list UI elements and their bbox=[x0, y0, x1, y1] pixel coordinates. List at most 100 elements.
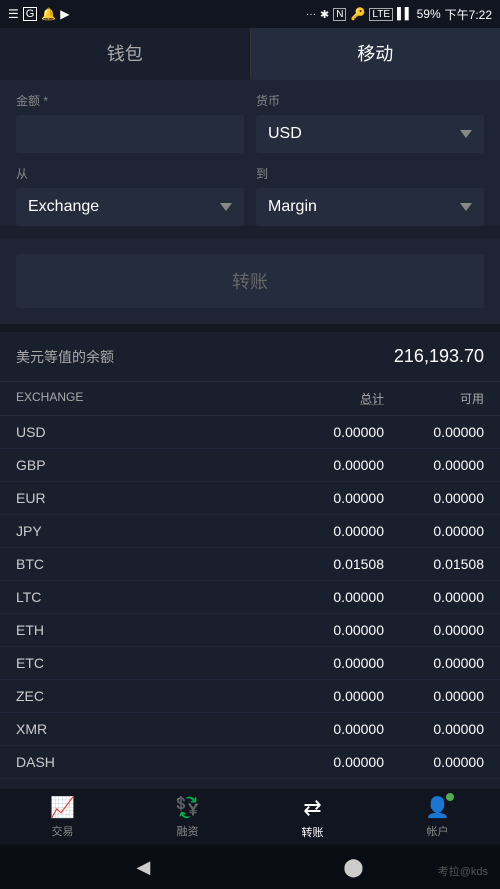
balance-value: 216,193.70 bbox=[394, 346, 484, 367]
nfc-icon: N bbox=[333, 8, 346, 21]
row-currency-8: ZEC bbox=[16, 688, 264, 704]
tab-move[interactable]: 移动 bbox=[251, 28, 500, 80]
currency-arrow-icon bbox=[460, 130, 472, 138]
balance-label: 美元等值的余额 bbox=[16, 347, 114, 367]
online-dot bbox=[446, 793, 454, 801]
to-arrow-icon bbox=[460, 203, 472, 211]
top-tabs: 钱包 移动 bbox=[0, 28, 500, 80]
transfer-button[interactable]: 转账 bbox=[16, 254, 484, 308]
row-available-5: 0.00000 bbox=[384, 589, 484, 605]
row-currency-2: EUR bbox=[16, 490, 264, 506]
to-select[interactable]: Margin bbox=[256, 188, 484, 226]
row-total-10: 0.00000 bbox=[264, 754, 384, 770]
table-header: EXCHANGE 总计 可用 bbox=[0, 382, 500, 416]
amount-input[interactable] bbox=[16, 115, 244, 153]
play-icon: ▶ bbox=[60, 7, 69, 21]
nav-transfer[interactable]: ⇄ 转账 bbox=[250, 795, 375, 840]
from-select[interactable]: Exchange bbox=[16, 188, 244, 226]
status-left-icons: ☰ G 🔔 ▶ bbox=[8, 7, 70, 21]
row-available-7: 0.00000 bbox=[384, 655, 484, 671]
from-value: Exchange bbox=[28, 198, 99, 216]
table-row: BTC 0.01508 0.01508 bbox=[0, 548, 500, 581]
row-total-0: 0.00000 bbox=[264, 424, 384, 440]
status-bar: ☰ G 🔔 ▶ ··· ✱ N 🔑 LTE ▌▌ 59% 下午7:22 bbox=[0, 0, 500, 28]
time-display: 下午7:22 bbox=[445, 6, 492, 23]
row-available-4: 0.01508 bbox=[384, 556, 484, 572]
table-row: EUR 0.00000 0.00000 bbox=[0, 482, 500, 515]
bell-icon: 🔔 bbox=[41, 7, 56, 21]
row-currency-3: JPY bbox=[16, 523, 264, 539]
funding-label: 融资 bbox=[177, 823, 199, 839]
row-currency-7: ETC bbox=[16, 655, 264, 671]
trade-label: 交易 bbox=[52, 823, 74, 839]
row-available-2: 0.00000 bbox=[384, 490, 484, 506]
transfer-icon: ⇄ bbox=[303, 795, 321, 821]
system-bar: ◀ ⬤ 考拉@kds bbox=[0, 845, 500, 889]
table-section: EXCHANGE 总计 可用 USD 0.00000 0.00000 GBP 0… bbox=[0, 382, 500, 812]
table-row: GBP 0.00000 0.00000 bbox=[0, 449, 500, 482]
row-available-6: 0.00000 bbox=[384, 622, 484, 638]
watermark: 考拉@kds bbox=[438, 863, 488, 879]
form-area: 金额 * 货币 USD 从 Exchange 到 Margin bbox=[0, 80, 500, 226]
row-total-8: 0.00000 bbox=[264, 688, 384, 704]
row-total-9: 0.00000 bbox=[264, 721, 384, 737]
row-available-0: 0.00000 bbox=[384, 424, 484, 440]
to-label: 到 bbox=[256, 165, 484, 182]
row-total-1: 0.00000 bbox=[264, 457, 384, 473]
menu-icon: ☰ bbox=[8, 7, 19, 21]
row-total-5: 0.00000 bbox=[264, 589, 384, 605]
from-group: 从 Exchange bbox=[16, 165, 244, 226]
row-currency-9: XMR bbox=[16, 721, 264, 737]
row-currency-0: USD bbox=[16, 424, 264, 440]
table-row: USD 0.00000 0.00000 bbox=[0, 416, 500, 449]
to-group: 到 Margin bbox=[256, 165, 484, 226]
row-total-4: 0.01508 bbox=[264, 556, 384, 572]
from-label: 从 bbox=[16, 165, 244, 182]
nav-account[interactable]: 👤 帐户 bbox=[375, 795, 500, 839]
amount-group: 金额 * bbox=[16, 92, 244, 153]
row-currency-4: BTC bbox=[16, 556, 264, 572]
trade-icon: 📈 bbox=[50, 795, 75, 820]
table-row: LTC 0.00000 0.00000 bbox=[0, 581, 500, 614]
lte-icon: LTE bbox=[369, 8, 393, 21]
row-total-2: 0.00000 bbox=[264, 490, 384, 506]
account-icon: 👤 bbox=[425, 795, 450, 820]
account-label: 帐户 bbox=[427, 823, 449, 839]
signal-icon: ▌▌ bbox=[397, 8, 413, 20]
tab-wallet[interactable]: 钱包 bbox=[0, 28, 251, 80]
status-right-icons: ··· ✱ N 🔑 LTE ▌▌ 59% 下午7:22 bbox=[306, 6, 492, 23]
row-available-9: 0.00000 bbox=[384, 721, 484, 737]
row-total-7: 0.00000 bbox=[264, 655, 384, 671]
row-currency-1: GBP bbox=[16, 457, 264, 473]
currency-select[interactable]: USD bbox=[256, 115, 484, 153]
currency-value: USD bbox=[268, 125, 302, 143]
dots-icon: ··· bbox=[306, 9, 316, 20]
table-row: JPY 0.00000 0.00000 bbox=[0, 515, 500, 548]
section-divider bbox=[0, 324, 500, 332]
from-arrow-icon bbox=[220, 203, 232, 211]
col-total-header: 总计 bbox=[264, 390, 384, 407]
row-available-10: 0.00000 bbox=[384, 754, 484, 770]
bottom-nav: 📈 交易 💱 融资 ⇄ 转账 👤 帐户 bbox=[0, 789, 500, 845]
table-row: ETH 0.00000 0.00000 bbox=[0, 614, 500, 647]
table-row: ZEC 0.00000 0.00000 bbox=[0, 680, 500, 713]
col-available-header: 可用 bbox=[384, 390, 484, 407]
transfer-btn-area: 转账 bbox=[0, 238, 500, 324]
back-button[interactable]: ◀ bbox=[137, 857, 151, 878]
key-icon: 🔑 bbox=[350, 7, 365, 21]
currency-group: 货币 USD bbox=[256, 92, 484, 153]
row-currency-5: LTC bbox=[16, 589, 264, 605]
table-section-header: EXCHANGE bbox=[16, 390, 264, 407]
nav-funding[interactable]: 💱 融资 bbox=[125, 795, 250, 839]
nav-trade[interactable]: 📈 交易 bbox=[0, 795, 125, 839]
home-button[interactable]: ⬤ bbox=[343, 857, 363, 878]
amount-label: 金额 * bbox=[16, 92, 244, 109]
row-currency-6: ETH bbox=[16, 622, 264, 638]
row-available-8: 0.00000 bbox=[384, 688, 484, 704]
transfer-label: 转账 bbox=[302, 824, 324, 840]
row-total-6: 0.00000 bbox=[264, 622, 384, 638]
row-available-3: 0.00000 bbox=[384, 523, 484, 539]
funding-icon: 💱 bbox=[175, 795, 200, 820]
bt-icon: ✱ bbox=[320, 8, 329, 21]
row-available-1: 0.00000 bbox=[384, 457, 484, 473]
